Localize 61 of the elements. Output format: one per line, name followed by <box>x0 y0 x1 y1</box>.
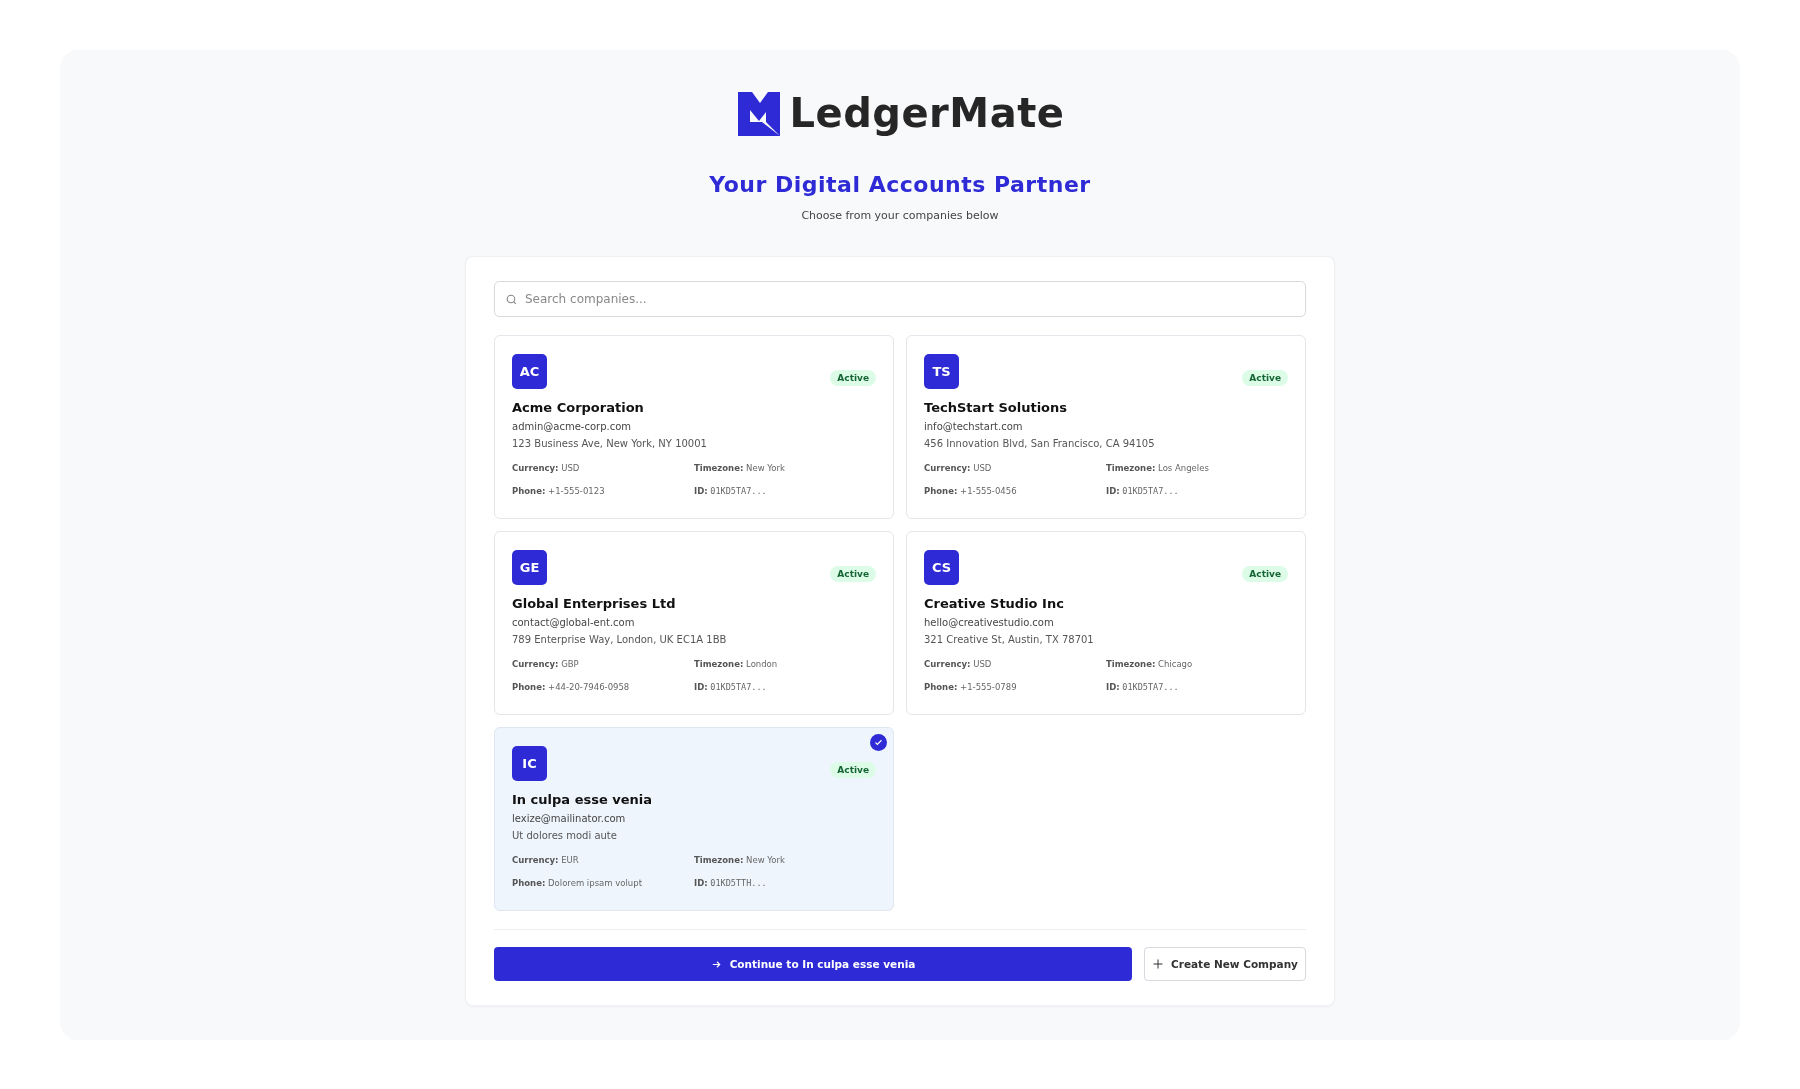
company-detail: ID: 01KD5TA7... <box>694 682 768 692</box>
page-subtitle: Choose from your companies below <box>801 209 999 222</box>
company-detail: Currency: USD <box>924 659 993 669</box>
company-detail: Currency: USD <box>512 463 581 473</box>
company-detail: Currency: GBP <box>512 659 580 669</box>
search-field[interactable]: Search companies... <box>494 281 1306 317</box>
create-company-button[interactable]: Create New Company <box>1144 947 1306 981</box>
company-avatar: AC <box>512 354 547 389</box>
company-address: 321 Creative St, Austin, TX 78701 <box>924 634 1095 645</box>
status-badge: Active <box>830 566 876 582</box>
company-email: lexize@mailinator.com <box>512 813 627 824</box>
company-detail: Phone: +44-20-7946-0958 <box>512 682 631 692</box>
page-title: Your Digital Accounts Partner <box>709 172 1091 197</box>
continue-button[interactable]: Continue to In culpa esse venia <box>494 947 1132 981</box>
company-detail: Timezone: London <box>694 659 779 669</box>
company-detail: Phone: +1-555-0789 <box>924 682 1018 692</box>
brand-name: LedgerMate <box>789 90 1065 136</box>
status-badge: Active <box>1242 566 1288 582</box>
company-card[interactable]: CS Active Creative Studio Inc hello@creativestudio.com 321 Creative St, Austin, TX 78701 Currency: USD Timezone: Chicago Phone: +1-555-0789 ID: 01KD5TA7... <box>906 531 1306 715</box>
company-email: admin@acme-corp.com <box>512 421 633 432</box>
company-name: Creative Studio Inc <box>924 596 1065 611</box>
company-detail: ID: 01KD5TA7... <box>694 486 768 496</box>
company-name: In culpa esse venia <box>512 792 654 807</box>
company-detail: Phone: +1-555-0456 <box>924 486 1018 496</box>
status-badge: Active <box>830 762 876 778</box>
company-detail: Timezone: Chicago <box>1106 659 1194 669</box>
company-avatar: CS <box>924 550 959 585</box>
check-icon <box>870 734 887 751</box>
company-detail: ID: 01KD5TA7... <box>1106 682 1180 692</box>
company-card[interactable]: AC Active Acme Corporation admin@acme-corp.com 123 Business Ave, New York, NY 10001 Currency: USD Timezone: New York Phone: +1-555-0123 ID: 01KD5TA7... <box>494 335 894 519</box>
company-name: Global Enterprises Ltd <box>512 596 677 611</box>
company-address: 123 Business Ave, New York, NY 10001 <box>512 438 708 449</box>
company-address: 789 Enterprise Way, London, UK EC1A 1BB <box>512 634 728 645</box>
company-detail: ID: 01KD5TA7... <box>1106 486 1180 496</box>
company-card[interactable]: IC Active In culpa esse venia lexize@mailinator.com Ut dolores modi aute Currency: EUR Timezone: New York Phone: Dolorem ipsam volupt ID: 01KD5TTH... <box>494 727 894 911</box>
status-badge: Active <box>1242 370 1288 386</box>
company-email: info@techstart.com <box>924 421 1024 432</box>
company-avatar: GE <box>512 550 547 585</box>
company-detail: Phone: Dolorem ipsam volupt <box>512 878 643 888</box>
company-avatar: TS <box>924 354 959 389</box>
company-name: Acme Corporation <box>512 400 645 415</box>
logo-icon <box>735 90 782 136</box>
company-address: Ut dolores modi aute <box>512 830 618 841</box>
company-email: hello@creativestudio.com <box>924 617 1055 628</box>
company-address: 456 Innovation Blvd, San Francisco, CA 94105 <box>924 438 1156 449</box>
company-detail: Timezone: New York <box>694 855 786 865</box>
company-detail: Currency: USD <box>924 463 993 473</box>
company-email: contact@global-ent.com <box>512 617 636 628</box>
company-detail: ID: 01KD5TTH... <box>694 878 768 888</box>
company-detail: Timezone: New York <box>694 463 786 473</box>
search-icon <box>505 293 518 306</box>
company-avatar: IC <box>512 746 547 781</box>
arrow-right-icon <box>710 958 722 970</box>
company-card[interactable]: GE Active Global Enterprises Ltd contact@global-ent.com 789 Enterprise Way, London, UK EC1A 1BB Currency: GBP Timezone: London Phone: +44-20-7946-0958 ID: 01KD5TA7... <box>494 531 894 715</box>
company-detail: Phone: +1-555-0123 <box>512 486 606 496</box>
company-card[interactable]: TS Active TechStart Solutions info@techstart.com 456 Innovation Blvd, San Francisco, CA 94105 Currency: USD Timezone: Los Angeles Phone: +1-555-0456 ID: 01KD5TA7... <box>906 335 1306 519</box>
status-badge: Active <box>830 370 876 386</box>
company-detail: Currency: EUR <box>512 855 580 865</box>
plus-icon <box>1152 958 1165 970</box>
company-detail: Timezone: Los Angeles <box>1106 463 1210 473</box>
company-name: TechStart Solutions <box>924 400 1069 415</box>
